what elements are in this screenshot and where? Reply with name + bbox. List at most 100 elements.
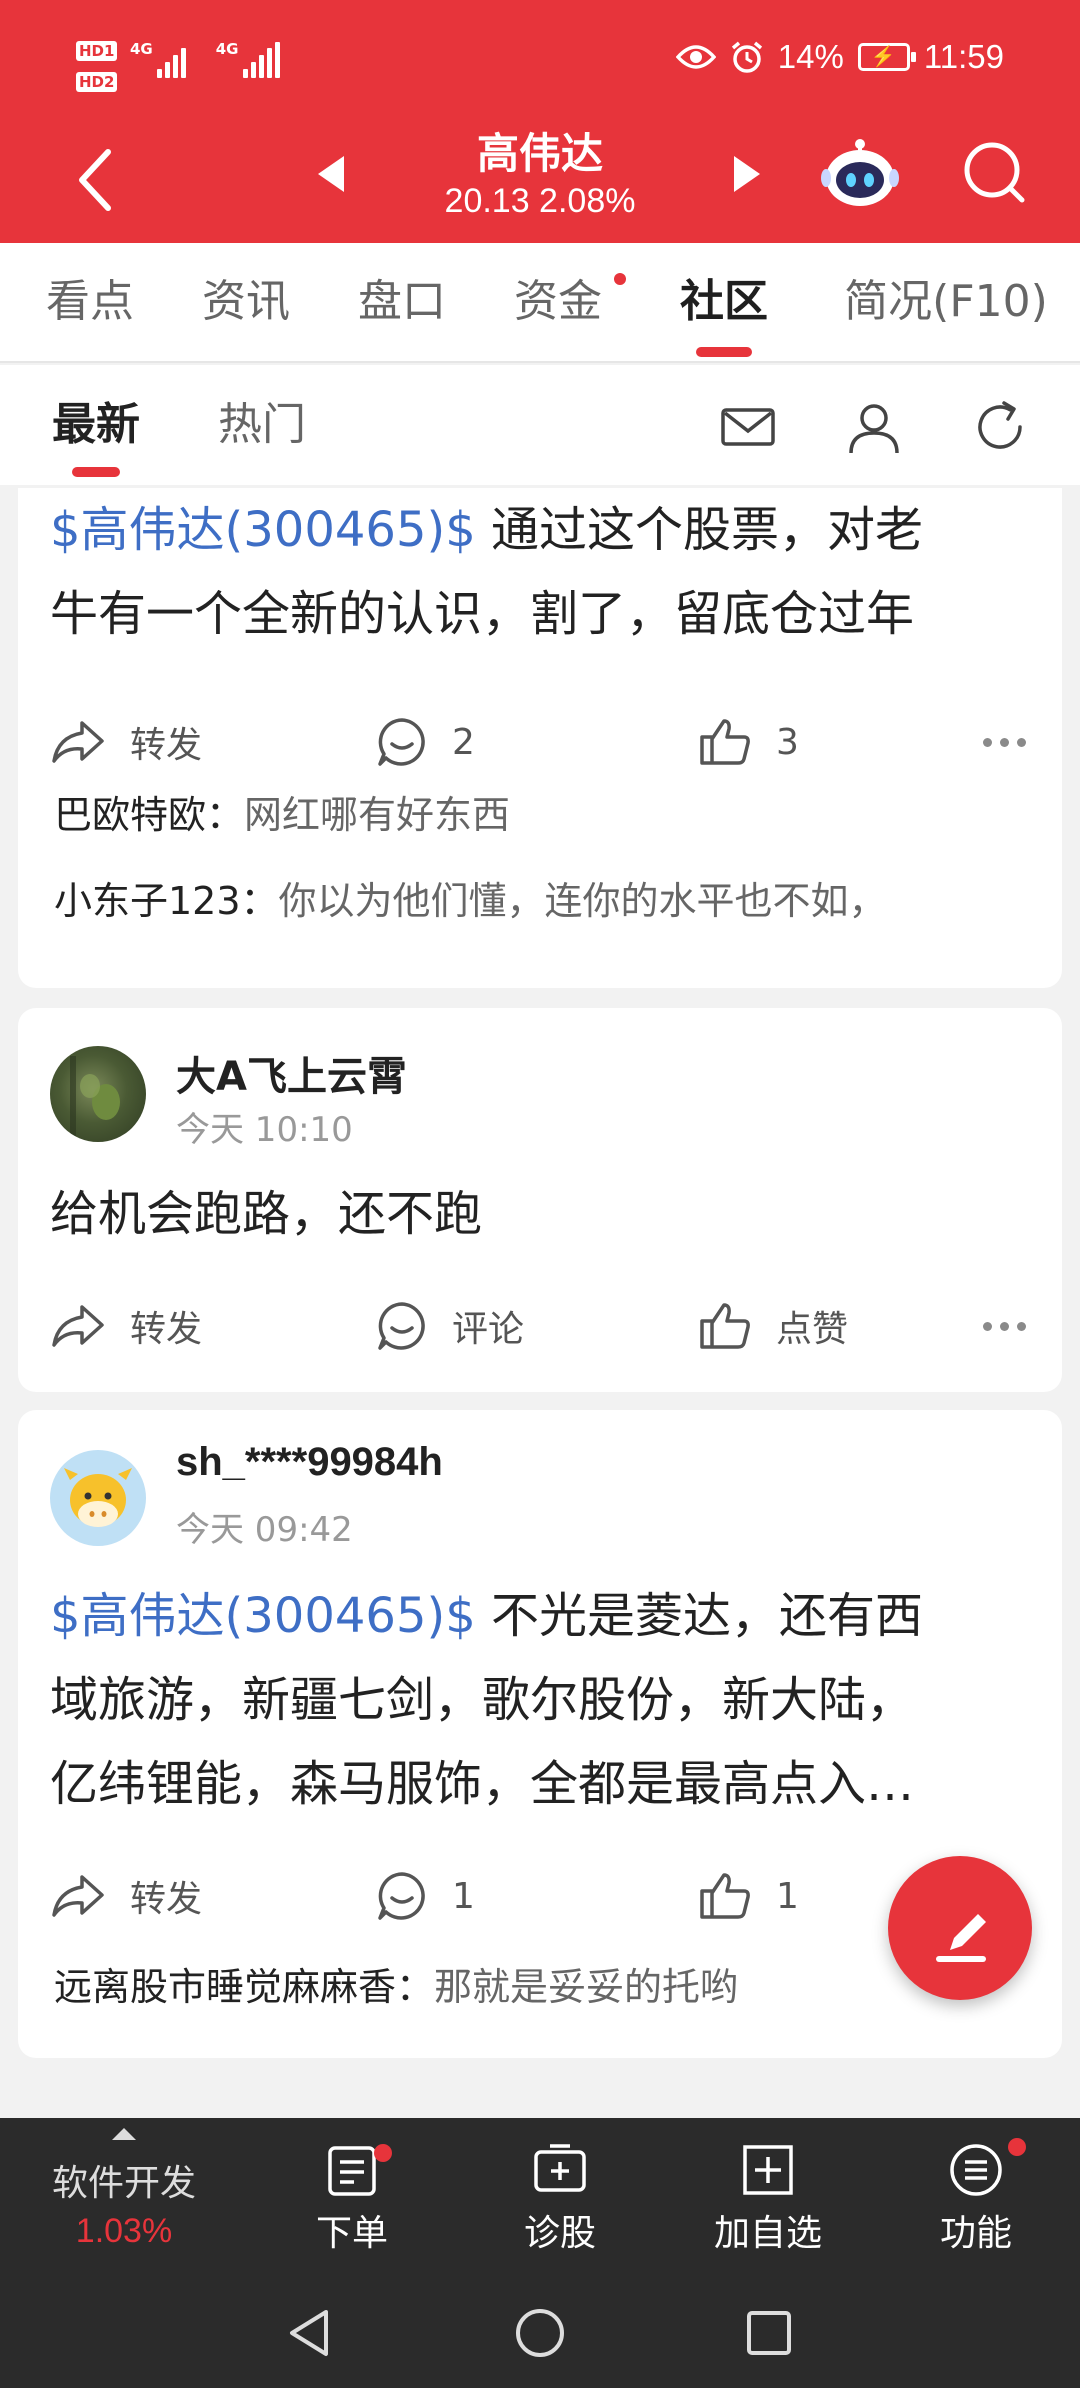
like-button[interactable]: 1: [698, 1856, 799, 1936]
reply-preview[interactable]: 巴欧特欧：网红哪有好东西: [54, 784, 510, 839]
diagnose-icon: [534, 2144, 586, 2192]
subtab-latest[interactable]: 最新: [52, 365, 140, 485]
diagnose-label: 诊股: [523, 2213, 596, 2254]
hd1-badge: HD1: [76, 41, 118, 61]
mail-icon[interactable]: [718, 397, 778, 457]
like-button[interactable]: 3: [698, 702, 799, 782]
thumbs-up-icon: [700, 719, 750, 765]
tab-funds-label: 资金: [514, 276, 602, 327]
functions-label: 功能: [939, 2213, 1012, 2254]
thumbs-up-icon: [700, 1303, 750, 1349]
tab-f10[interactable]: 简况(F10): [826, 243, 1066, 361]
comment-button[interactable]: 1: [376, 1856, 475, 1936]
eye-icon: [675, 45, 716, 69]
battery-percent: 14%: [777, 38, 844, 75]
signal-bars-2-icon: [242, 42, 280, 78]
like-button[interactable]: 点赞: [698, 1286, 848, 1366]
dual-sim-indicator: HD1 HD2: [76, 36, 118, 98]
comment-bubble-icon: [378, 718, 425, 766]
stock-tag-link[interactable]: $高伟达(300465)$: [50, 1588, 476, 1644]
post-time: 今天 10:10: [176, 1110, 353, 1150]
pencil-icon: [936, 1914, 986, 1962]
sector-name: 软件开发: [51, 2163, 196, 2204]
nav-back-icon[interactable]: [282, 2306, 336, 2360]
forward-button[interactable]: 转发: [50, 702, 202, 782]
comment-count: 1: [452, 1875, 475, 1917]
tab-funds-notification-dot: [614, 273, 626, 285]
forward-button[interactable]: 转发: [50, 1856, 202, 1936]
thumbs-up-icon: [700, 1873, 750, 1919]
signal-indicators: 4G 4G: [130, 40, 280, 78]
reply-preview[interactable]: 小东子123：你以为他们懂，连你的水平也不如，: [54, 870, 887, 925]
post-card[interactable]: 大A飞上云霄 今天 10:10 给机会跑路，还不跑 转发 评论 点赞: [18, 1008, 1062, 1392]
subtab-hot[interactable]: 热门: [218, 365, 306, 485]
avatar[interactable]: [50, 1046, 146, 1142]
order-button[interactable]: 下单: [252, 2118, 452, 2278]
more-options-icon[interactable]: [983, 1322, 1026, 1331]
forward-button[interactable]: 转发: [50, 1286, 202, 1366]
share-arrow-icon: [52, 721, 104, 763]
post-text-line: 通过这个股票，对老: [475, 502, 924, 558]
post-content[interactable]: 给机会跑路，还不跑: [50, 1172, 1040, 1256]
network-type-1: 4G: [130, 40, 153, 58]
battery-icon: ⚡: [857, 43, 916, 71]
tab-funds[interactable]: 资金: [498, 243, 626, 361]
post-content[interactable]: $高伟达(300465)$ 不光是菱达，还有西 域旅游，新疆七剑，歌尔股份，新大…: [50, 1574, 1040, 1826]
back-arrow-icon[interactable]: [68, 140, 128, 220]
username[interactable]: sh_****99984h: [176, 1440, 443, 1485]
comment-button[interactable]: 2: [376, 702, 475, 782]
app-header: HD1 HD2 4G 4G 14% ⚡ 11:59 高伟达 20.13 2.08…: [0, 0, 1080, 243]
order-label: 下单: [315, 2213, 388, 2254]
tab-news[interactable]: 资讯: [186, 243, 306, 361]
nav-home-icon[interactable]: [513, 2306, 567, 2360]
profile-icon[interactable]: [844, 397, 904, 457]
share-arrow-icon: [52, 1305, 104, 1347]
refresh-icon[interactable]: [970, 397, 1030, 457]
reply-user: 小东子123：: [54, 879, 279, 923]
avatar[interactable]: [50, 1450, 146, 1546]
like-count: 3: [776, 721, 799, 763]
tab-kandian[interactable]: 看点: [30, 243, 150, 361]
post-card[interactable]: $高伟达(300465)$ 通过这个股票，对老 牛有一个全新的认识，割了，留底仓…: [18, 488, 1062, 988]
stock-name: 高伟达: [476, 129, 603, 178]
subtab-latest-label: 最新: [52, 399, 140, 450]
stock-quote: 20.13 2.08%: [444, 182, 636, 220]
reply-preview[interactable]: 远离股市睡觉麻麻香：那就是妥妥的托哟: [54, 1956, 738, 2011]
hd2-badge: HD2: [76, 72, 118, 92]
share-arrow-icon: [52, 1875, 104, 1917]
post-text-line: 亿纬锂能，森马服饰，全都是最高点入…: [50, 1756, 915, 1812]
signal-bars-1-icon: [156, 42, 186, 78]
functions-button[interactable]: 功能: [876, 2118, 1076, 2278]
tab-community[interactable]: 社区: [664, 243, 784, 361]
diagnose-button[interactable]: 诊股: [460, 2118, 660, 2278]
search-icon[interactable]: [960, 138, 1030, 208]
status-right: 14% ⚡ 11:59: [675, 38, 1004, 76]
robot-assistant-icon[interactable]: [820, 134, 900, 214]
previous-stock-icon[interactable]: [318, 156, 344, 192]
sector-ticker[interactable]: 软件开发 1.03%: [0, 2118, 240, 2278]
status-bar: HD1 HD2 4G 4G 14% ⚡ 11:59: [0, 0, 1080, 120]
post-actions: 转发 评论 点赞: [18, 1286, 1062, 1366]
username[interactable]: 大A飞上云霄: [176, 1044, 407, 1102]
post-text-line: 不光是菱达，还有西: [475, 1588, 924, 1644]
reply-user: 巴欧特欧：: [54, 793, 245, 837]
reply-text: 你以为他们懂，连你的水平也不如，: [278, 879, 887, 923]
comment-bubble-icon: [378, 1302, 425, 1350]
add-watchlist-button[interactable]: 加自选: [668, 2118, 868, 2278]
compose-post-button[interactable]: [888, 1856, 1032, 2000]
more-options-icon[interactable]: [983, 738, 1026, 747]
reply-user: 远离股市睡觉麻麻香：: [54, 1965, 435, 2009]
tab-community-label: 社区: [680, 276, 768, 327]
post-text-line: 域旅游，新疆七剑，歌尔股份，新大陆，: [50, 1672, 915, 1728]
order-icon: [328, 2146, 376, 2196]
nav-recents-icon[interactable]: [742, 2306, 796, 2360]
tab-orderbook[interactable]: 盘口: [342, 243, 462, 361]
post-content[interactable]: $高伟达(300465)$ 通过这个股票，对老 牛有一个全新的认识，割了，留底仓…: [50, 488, 1040, 656]
comment-button[interactable]: 评论: [376, 1286, 524, 1366]
like-count: 1: [776, 1875, 799, 1917]
stock-tag-link[interactable]: $高伟达(300465)$: [50, 502, 476, 558]
expand-up-icon: [112, 2128, 136, 2140]
functions-notification-dot: [1008, 2138, 1026, 2156]
clock: 11:59: [923, 38, 1004, 75]
next-stock-icon[interactable]: [734, 156, 760, 192]
